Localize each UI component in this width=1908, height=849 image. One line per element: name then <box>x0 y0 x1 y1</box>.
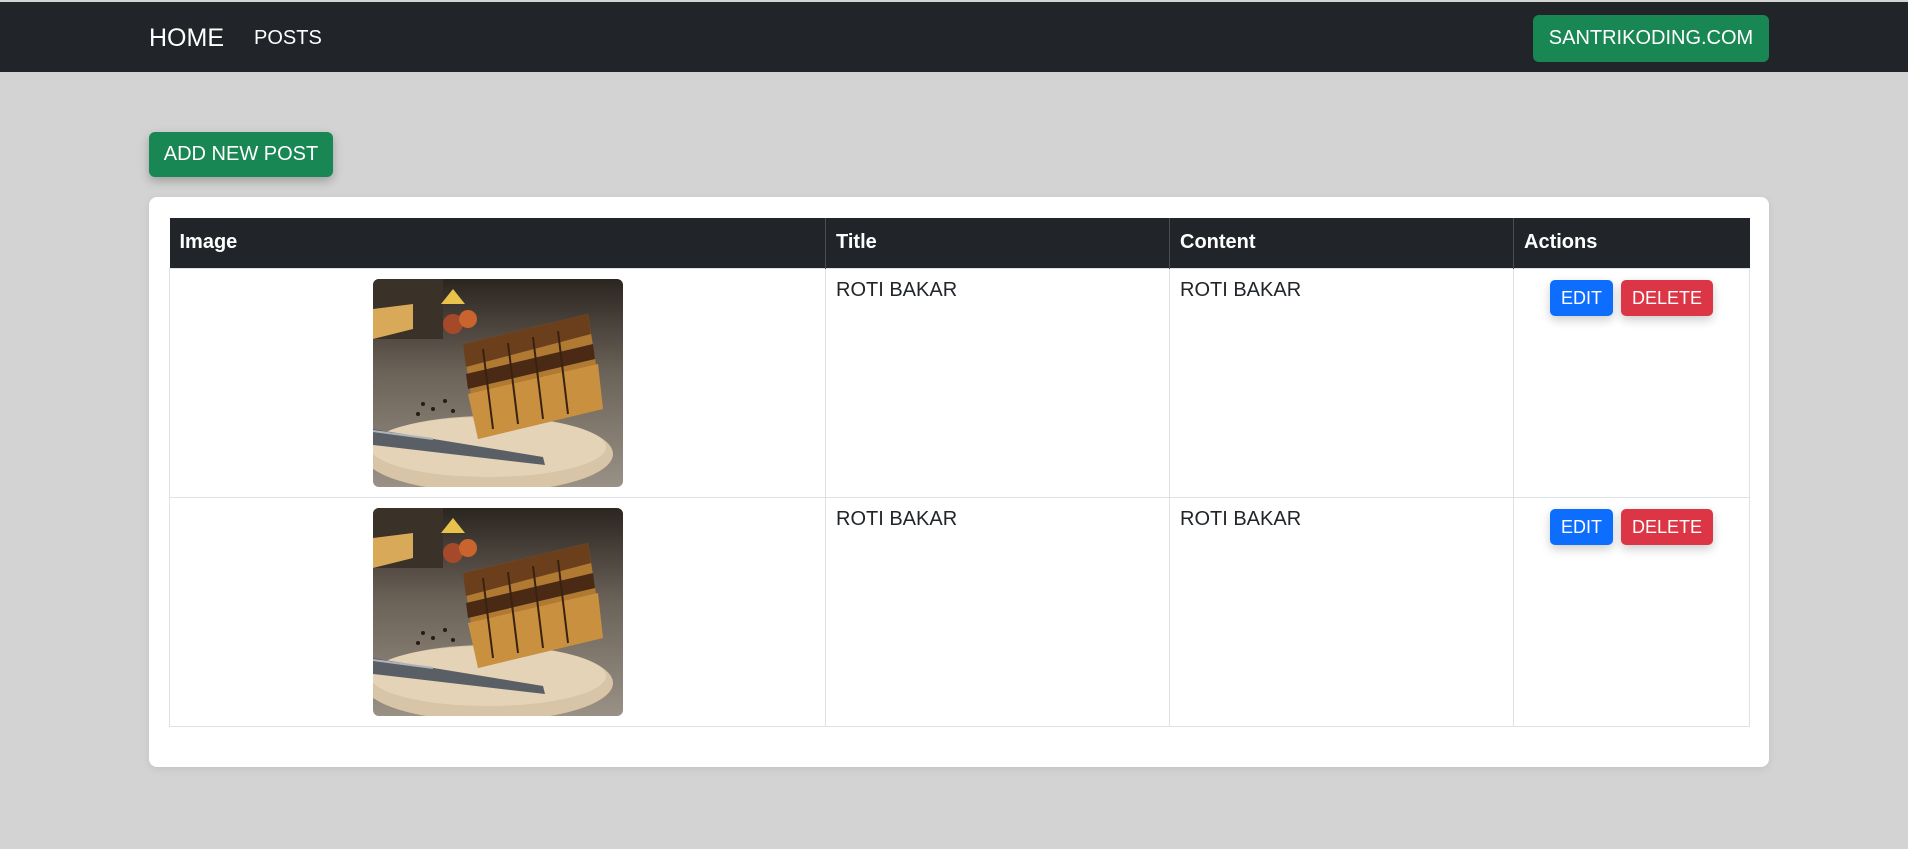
posts-card: Image Title Content Actions ROTI BAKAR R… <box>149 197 1769 767</box>
content-cell: ROTI BAKAR <box>1169 496 1514 727</box>
title-cell: ROTI BAKAR <box>825 267 1170 498</box>
header-content: Content <box>1169 218 1514 268</box>
image-cell <box>169 267 826 498</box>
posts-link[interactable]: POSTS <box>254 27 322 50</box>
santrikoding-button[interactable]: SANTRIKODING.COM <box>1533 15 1769 62</box>
post-image <box>372 507 623 716</box>
home-link[interactable]: HOME <box>149 24 224 53</box>
delete-button[interactable]: DELETE <box>1620 279 1714 316</box>
header-title: Title <box>825 218 1170 268</box>
table-row: ROTI BAKAR ROTI BAKAR EDIT DELETE <box>169 496 1750 727</box>
edit-button[interactable]: EDIT <box>1549 508 1613 545</box>
add-new-post-button[interactable]: ADD NEW POST <box>149 132 333 177</box>
edit-button[interactable]: EDIT <box>1549 279 1613 316</box>
top-navbar: HOME POSTS SANTRIKODING.COM <box>0 2 1908 72</box>
posts-table: Image Title Content Actions ROTI BAKAR R… <box>169 218 1750 727</box>
title-cell: ROTI BAKAR <box>825 496 1170 727</box>
actions-cell: EDIT DELETE <box>1513 496 1750 727</box>
table-row: ROTI BAKAR ROTI BAKAR EDIT DELETE <box>169 267 1750 498</box>
post-image <box>372 278 623 487</box>
image-cell <box>169 496 826 727</box>
actions-cell: EDIT DELETE <box>1513 267 1750 498</box>
content-cell: ROTI BAKAR <box>1169 267 1514 498</box>
table-header-row: Image Title Content Actions <box>169 218 1750 268</box>
delete-button[interactable]: DELETE <box>1620 508 1714 545</box>
header-image: Image <box>169 218 826 268</box>
header-actions: Actions <box>1513 218 1750 268</box>
